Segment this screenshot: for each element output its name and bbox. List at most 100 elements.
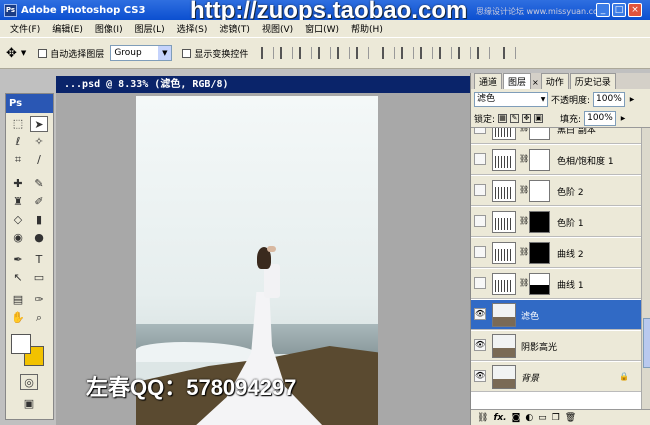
menu-window[interactable]: 窗口(W) — [299, 22, 345, 35]
auto-align-icon[interactable] — [503, 47, 517, 59]
fx-icon[interactable]: fx. — [493, 413, 506, 423]
history-brush-icon[interactable]: ✐ — [30, 194, 48, 210]
eyedropper-icon[interactable]: ✑ — [30, 292, 48, 308]
move-tool-icon[interactable]: ➤ — [30, 116, 48, 132]
eye-icon[interactable]: 👁 — [474, 308, 486, 320]
layer-row-selected[interactable]: 👁 滤色 — [471, 300, 641, 330]
tab-close-icon[interactable]: × — [532, 78, 539, 87]
document-title[interactable]: ...psd @ 8.33% (滤色, RGB/8) — [56, 76, 470, 93]
quick-mask-icon[interactable]: ◎ — [20, 374, 38, 390]
lasso-tool-icon[interactable]: ℓ — [9, 134, 27, 150]
opacity-slider-icon[interactable]: ▶ — [628, 96, 636, 103]
visibility-toggle[interactable] — [474, 277, 486, 289]
align-bottom-icon[interactable] — [299, 47, 313, 59]
path-select-icon[interactable]: ↖ — [9, 270, 27, 286]
tool-preset-dropdown-icon[interactable]: ▼ — [21, 49, 26, 57]
eraser-tool-icon[interactable]: ◇ — [9, 212, 27, 228]
align-hcenter-icon[interactable] — [337, 47, 351, 59]
distribute-right-icon[interactable] — [477, 47, 491, 59]
layer-row[interactable]: ⛓ 色相/饱和度 1 — [471, 145, 641, 175]
menu-view[interactable]: 视图(V) — [256, 22, 299, 35]
marquee-tool-icon[interactable]: ⬚ — [9, 116, 27, 132]
clone-stamp-icon[interactable]: ♜ — [9, 194, 27, 210]
layer-row[interactable]: 👁 阴影高光 — [471, 331, 641, 361]
distribute-top-icon[interactable] — [382, 47, 396, 59]
menu-help[interactable]: 帮助(H) — [345, 22, 389, 35]
show-transform-checkbox[interactable] — [182, 48, 192, 58]
screen-mode-icon[interactable]: ▣ — [20, 396, 38, 412]
layer-row[interactable]: ⛓ 黑白 副本 — [471, 128, 641, 144]
tab-layers[interactable]: 图层 — [503, 73, 532, 89]
align-vcenter-icon[interactable] — [280, 47, 294, 59]
fill-label: 填充: — [560, 114, 582, 125]
notes-tool-icon[interactable]: ▤ — [9, 292, 27, 308]
distribute-left-icon[interactable] — [439, 47, 453, 59]
layer-row[interactable]: ⛓ 色阶 2 — [471, 176, 641, 206]
menu-image[interactable]: 图像(I) — [89, 22, 129, 35]
new-layer-icon[interactable]: ❐ — [552, 413, 560, 423]
lock-transparent-icon[interactable]: ▦ — [498, 113, 508, 123]
layer-row[interactable]: ⛓ 曲线 2 — [471, 238, 641, 268]
visibility-toggle[interactable] — [474, 153, 486, 165]
align-left-icon[interactable] — [318, 47, 332, 59]
curves-icon — [495, 280, 513, 292]
visibility-toggle[interactable] — [474, 215, 486, 227]
distribute-bottom-icon[interactable] — [420, 47, 434, 59]
folder-icon[interactable]: ▭ — [538, 413, 547, 423]
maximize-button[interactable]: □ — [612, 3, 626, 17]
mask-icon[interactable]: ◙ — [512, 413, 521, 423]
magic-wand-icon[interactable]: ✧ — [30, 134, 48, 150]
layer-row[interactable]: ⛓ 色阶 1 — [471, 207, 641, 237]
group-select[interactable]: Group ▼ — [110, 45, 173, 61]
menu-edit[interactable]: 编辑(E) — [46, 22, 89, 35]
tab-history[interactable]: 历史记录 — [569, 73, 616, 89]
lock-pixels-icon[interactable]: ✎ — [510, 113, 520, 123]
lock-all-icon[interactable]: ▣ — [534, 113, 544, 123]
foreground-color-swatch[interactable] — [11, 334, 31, 354]
type-tool-icon[interactable]: T — [30, 252, 48, 268]
visibility-toggle[interactable] — [474, 184, 486, 196]
hand-tool-icon[interactable]: ✋ — [9, 310, 27, 326]
blur-tool-icon[interactable]: ◉ — [9, 230, 27, 246]
dodge-tool-icon[interactable]: ● — [30, 230, 48, 246]
adjustment-icon[interactable]: ◐ — [525, 413, 533, 423]
scrollbar-thumb[interactable] — [643, 318, 650, 368]
close-button[interactable]: × — [628, 3, 642, 17]
distribute-vcenter-icon[interactable] — [401, 47, 415, 59]
link-icon[interactable]: ⛓ — [477, 413, 488, 423]
layer-row[interactable]: ⛓ 曲线 1 — [471, 269, 641, 299]
distribute-hcenter-icon[interactable] — [458, 47, 472, 59]
slice-tool-icon[interactable]: ∕ — [30, 152, 48, 168]
fill-slider-icon[interactable]: ▶ — [619, 115, 627, 122]
crop-tool-icon[interactable]: ⌗ — [9, 152, 27, 168]
lock-position-icon[interactable]: ✥ — [522, 113, 532, 123]
fill-input[interactable]: 100% — [584, 110, 617, 126]
layers-scrollbar[interactable] — [641, 128, 650, 409]
auto-select-checkbox[interactable] — [38, 48, 48, 58]
shape-tool-icon[interactable]: ▭ — [30, 270, 48, 286]
healing-brush-icon[interactable]: ✚ — [9, 176, 27, 192]
move-tool-icon[interactable]: ✥ — [6, 46, 17, 61]
tab-actions[interactable]: 动作 — [540, 73, 569, 89]
align-right-icon[interactable] — [356, 47, 370, 59]
menu-select[interactable]: 选择(S) — [171, 22, 214, 35]
trash-icon[interactable]: 🗑 — [565, 413, 576, 423]
menu-layer[interactable]: 图层(L) — [129, 22, 171, 35]
gradient-tool-icon[interactable]: ▮ — [30, 212, 48, 228]
align-top-icon[interactable] — [261, 47, 275, 59]
layer-name: 滤色 — [521, 312, 540, 322]
layer-row[interactable]: 👁 背景 🔒 — [471, 362, 641, 392]
pen-tool-icon[interactable]: ✒ — [9, 252, 27, 268]
zoom-tool-icon[interactable]: ⌕ — [30, 310, 48, 326]
visibility-toggle[interactable] — [474, 128, 486, 134]
brush-tool-icon[interactable]: ✎ — [30, 176, 48, 192]
visibility-toggle[interactable] — [474, 246, 486, 258]
menu-file[interactable]: 文件(F) — [4, 22, 46, 35]
menu-filter[interactable]: 滤镜(T) — [213, 22, 256, 35]
eye-icon[interactable]: 👁 — [474, 370, 486, 382]
minimize-button[interactable]: _ — [596, 3, 610, 17]
opacity-input[interactable]: 100% — [593, 91, 626, 107]
tab-channels[interactable]: 通道 — [474, 73, 503, 89]
blend-mode-select[interactable]: 滤色 ▼ — [474, 91, 548, 107]
eye-icon[interactable]: 👁 — [474, 339, 486, 351]
